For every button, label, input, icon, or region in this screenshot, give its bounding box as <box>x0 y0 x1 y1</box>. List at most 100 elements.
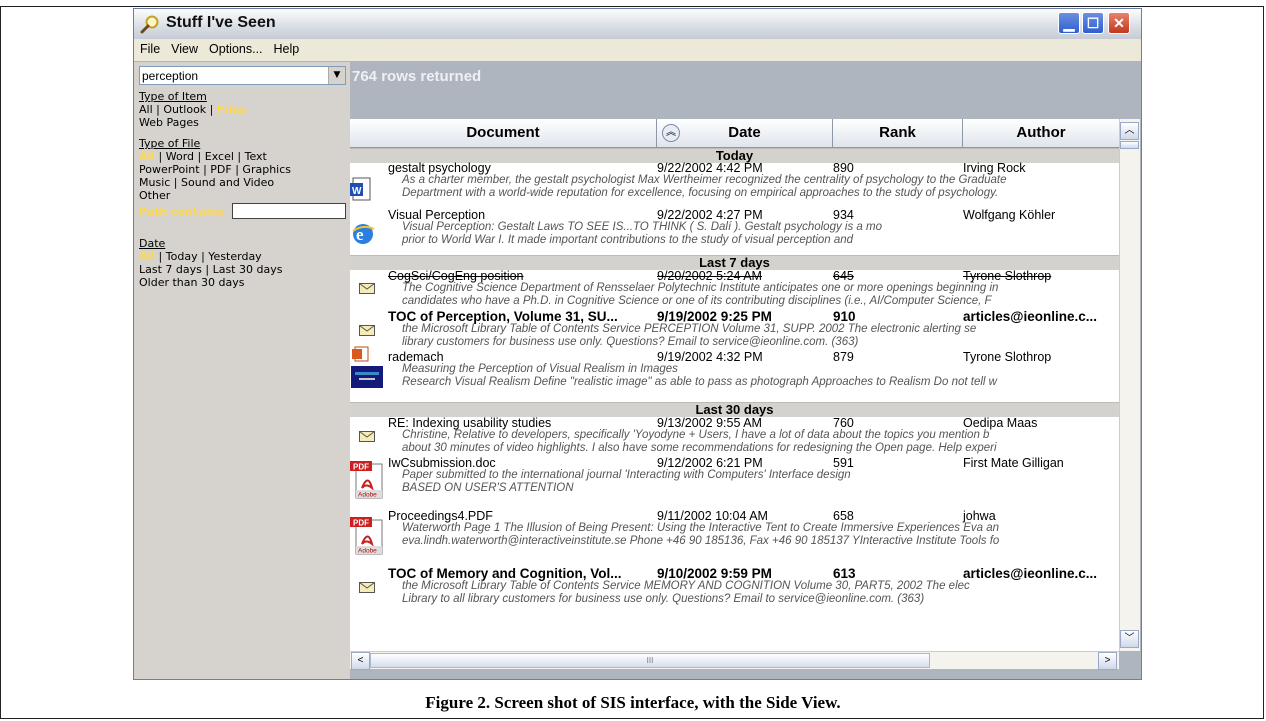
doc-author: Oedipa Maas <box>963 416 1038 430</box>
doc-title[interactable]: TOC of Memory and Cognition, Vol... <box>388 566 622 581</box>
menu-options[interactable]: Options... <box>203 39 268 56</box>
doc-title[interactable]: TOC of Perception, Volume 31, SU... <box>388 309 618 324</box>
web-page-icon: e <box>352 224 375 244</box>
doc-snippet: Library to all library customers for bus… <box>402 593 925 605</box>
doc-date: 9/12/2002 6:21 PM <box>657 456 763 470</box>
horizontal-scrollbar[interactable]: < III > <box>350 651 1119 670</box>
doc-snippet: about 30 minutes of video highlights. I … <box>402 442 997 454</box>
column-rank[interactable]: Rank <box>833 119 963 147</box>
doc-snippet: The Cognitive Science Department of Rens… <box>402 282 999 294</box>
title-bar[interactable]: Stuff I've Seen ▁ ☐ ✕ <box>134 9 1141 40</box>
type-of-file-row2: PowerPoint | PDF | Graphics <box>139 163 291 176</box>
filter-item-web[interactable]: Web Pages <box>139 116 199 129</box>
filter-date-today[interactable]: Today <box>166 250 198 263</box>
doc-title[interactable]: Proceedings4.PDF <box>388 509 493 523</box>
close-button[interactable]: ✕ <box>1108 12 1130 34</box>
filter-item-all[interactable]: All <box>139 103 153 116</box>
filter-file-text[interactable]: Text <box>245 150 267 163</box>
search-combobox[interactable]: ▼ <box>139 66 346 85</box>
doc-date: 9/22/2002 4:27 PM <box>657 208 763 222</box>
filter-file-all[interactable]: All <box>139 150 155 163</box>
filter-date-yesterday[interactable]: Yesterday <box>208 250 261 263</box>
maximize-button[interactable]: ☐ <box>1082 12 1104 34</box>
doc-author: articles@ieonline.c... <box>963 566 1097 581</box>
results-pane: 764 rows returned Document Date ︽ Rank A… <box>350 62 1141 679</box>
path-contains-input[interactable] <box>232 203 346 219</box>
filter-item-outlook[interactable]: Outlook <box>163 103 206 116</box>
doc-date: 9/22/2002 4:42 PM <box>657 161 763 175</box>
doc-title[interactable]: rademach <box>388 350 444 364</box>
close-icon: ✕ <box>1113 15 1125 31</box>
email-icon <box>359 431 375 442</box>
doc-rank: 645 <box>833 269 854 283</box>
group-header-last-30-days[interactable]: Last 30 days <box>350 402 1119 417</box>
filter-date-30[interactable]: Last 30 days <box>213 263 283 276</box>
column-document[interactable]: Document <box>350 119 657 147</box>
scroll-up-icon[interactable]: ︿ <box>1120 122 1139 140</box>
doc-author: articles@ieonline.c... <box>963 309 1097 324</box>
group-header-last-7-days[interactable]: Last 7 days <box>350 255 1119 270</box>
column-date[interactable]: Date <box>657 119 833 147</box>
email-icon <box>359 325 375 336</box>
scroll-right-icon[interactable]: > <box>1098 652 1117 670</box>
filter-file-other[interactable]: Other <box>139 189 170 202</box>
email-icon <box>359 283 375 294</box>
doc-snippet: library customers for business use only.… <box>402 336 859 348</box>
filter-file-powerpoint[interactable]: PowerPoint <box>139 163 200 176</box>
menu-bar: File View Options... Help <box>134 39 1141 62</box>
doc-snippet: BASED ON USER'S ATTENTION <box>402 482 574 494</box>
word-doc-icon: W <box>350 177 371 201</box>
sort-ascending-icon[interactable]: ︽ <box>662 124 680 142</box>
scroll-left-icon[interactable]: < <box>351 652 370 670</box>
doc-title[interactable]: gestalt psychology <box>388 161 491 175</box>
type-of-item-filters: All | Outlook | Files <box>139 103 246 116</box>
svg-text:Adobe: Adobe <box>358 548 377 555</box>
doc-title[interactable]: Visual Perception <box>388 208 485 222</box>
side-view: ▼ Type of Item All | Outlook | Files Web… <box>134 62 350 679</box>
dropdown-arrow-icon[interactable]: ▼ <box>328 67 345 84</box>
scroll-thumb[interactable] <box>1120 141 1139 149</box>
doc-rank: 591 <box>833 456 854 470</box>
column-author[interactable]: Author <box>963 119 1119 147</box>
doc-title[interactable]: CogSci/CogEng position <box>388 269 524 283</box>
column-header: Document Date ︽ Rank Author <box>350 119 1119 148</box>
filter-file-sound-video[interactable]: Sound and Video <box>181 176 274 189</box>
doc-rank: 890 <box>833 161 854 175</box>
doc-snippet: Measuring the Perception of Visual Reali… <box>402 363 678 375</box>
menu-view[interactable]: View <box>165 39 203 56</box>
magnifier-icon <box>140 15 159 34</box>
minimize-button[interactable]: ▁ <box>1058 12 1080 34</box>
type-of-file-row1: All | Word | Excel | Text <box>139 150 267 163</box>
date-heading: Date <box>139 237 166 250</box>
figure-caption: Figure 2. Screen shot of SIS interface, … <box>425 693 841 712</box>
filter-date-all[interactable]: All <box>139 250 155 263</box>
menu-file[interactable]: File <box>134 39 165 56</box>
svg-text:PDF: PDF <box>353 463 369 472</box>
doc-rank: 613 <box>833 566 856 581</box>
doc-snippet: Waterworth Page 1 The Illusion of Being … <box>402 522 1000 534</box>
doc-title[interactable]: IwCsubmission.doc <box>388 456 496 470</box>
filter-file-music[interactable]: Music <box>139 176 170 189</box>
date-row2: Last 7 days | Last 30 days <box>139 263 283 276</box>
doc-rank: 760 <box>833 416 854 430</box>
doc-date: 9/19/2002 9:25 PM <box>657 309 772 324</box>
filter-date-older[interactable]: Older than 30 days <box>139 276 244 289</box>
search-input[interactable] <box>142 68 322 83</box>
app-window: Stuff I've Seen ▁ ☐ ✕ File View Options...… <box>133 8 1142 680</box>
path-contains-label: Path contains <box>139 205 224 218</box>
scroll-down-icon[interactable]: ﹀ <box>1120 630 1139 648</box>
doc-snippet: candidates who have a Ph.D. in Cognitive… <box>402 295 992 307</box>
filter-file-excel[interactable]: Excel <box>205 150 234 163</box>
doc-date: 9/13/2002 9:55 AM <box>657 416 762 430</box>
filter-file-pdf[interactable]: PDF <box>210 163 231 176</box>
horizontal-scroll-thumb[interactable]: III <box>370 653 930 668</box>
vertical-scrollbar[interactable]: ︿ ﹀ <box>1119 119 1140 651</box>
doc-snippet: Paper submitted to the international jou… <box>402 469 851 481</box>
doc-snippet: As a charter member, the gestalt psychol… <box>402 174 1007 186</box>
filter-file-word[interactable]: Word <box>166 150 194 163</box>
filter-file-graphics[interactable]: Graphics <box>242 163 291 176</box>
menu-help[interactable]: Help <box>268 39 305 56</box>
doc-title[interactable]: RE: Indexing usability studies <box>388 416 551 430</box>
filter-date-7[interactable]: Last 7 days <box>139 263 202 276</box>
filter-item-files[interactable]: Files <box>217 103 246 116</box>
